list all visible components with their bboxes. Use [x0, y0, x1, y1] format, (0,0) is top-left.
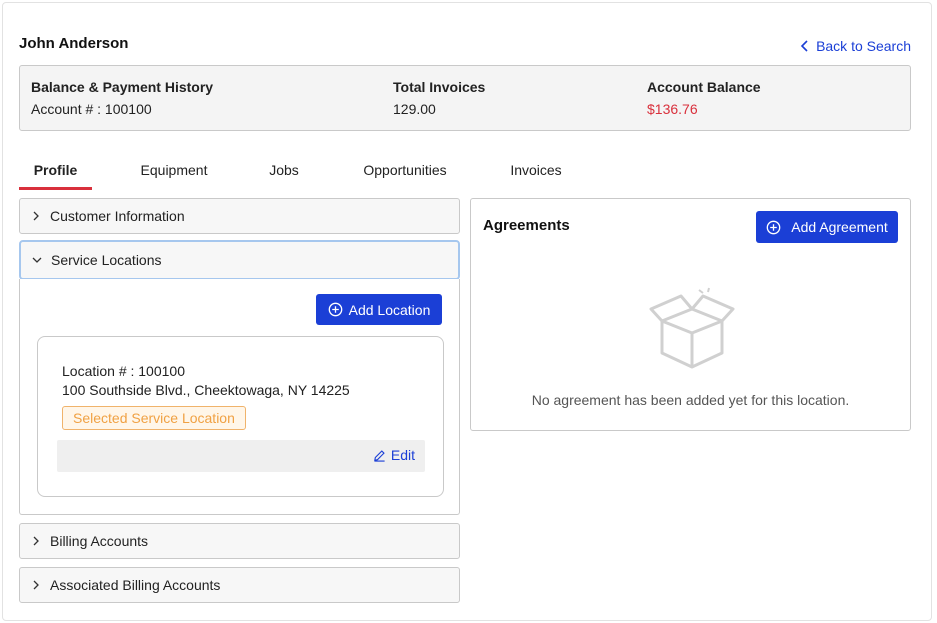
- back-link-label: Back to Search: [816, 38, 911, 54]
- tab-invoices[interactable]: Invoices: [501, 150, 571, 190]
- customer-information-label: Customer Information: [50, 208, 185, 224]
- location-number: Location # : 100100: [62, 363, 185, 379]
- total-invoices-heading: Total Invoices: [393, 79, 486, 95]
- associated-billing-accounts-header[interactable]: Associated Billing Accounts: [20, 568, 459, 602]
- total-invoices-block: Total Invoices 129.00: [393, 79, 485, 117]
- plus-circle-icon: [328, 302, 342, 317]
- location-actions-bar: Edit: [57, 440, 425, 472]
- chevron-down-icon: [32, 257, 42, 263]
- chevron-right-icon: [33, 211, 39, 221]
- add-agreement-button[interactable]: Add Agreement: [756, 211, 898, 243]
- add-agreement-label: Add Agreement: [791, 219, 888, 235]
- location-card: Location # : 100100 100 Southside Blvd.,…: [37, 336, 444, 497]
- billing-accounts-header[interactable]: Billing Accounts: [20, 524, 459, 558]
- customer-name: John Anderson: [19, 35, 129, 52]
- total-invoices-value: 129.00: [393, 101, 436, 117]
- tab-profile[interactable]: Profile: [19, 150, 92, 190]
- selected-location-badge: Selected Service Location: [62, 406, 246, 430]
- customer-information-panel: Customer Information: [19, 198, 460, 234]
- service-locations-panel: Service Locations: [19, 240, 460, 280]
- account-summary: Balance & Payment History Account # : 10…: [19, 65, 911, 131]
- service-locations-body: Add Location Location # : 100100 100 Sou…: [19, 279, 460, 515]
- agreements-title: Agreements: [483, 217, 570, 234]
- billing-accounts-label: Billing Accounts: [50, 533, 149, 549]
- chevron-right-icon: [33, 536, 39, 546]
- add-location-label: Add Location: [348, 301, 431, 318]
- back-to-search-link[interactable]: Back to Search: [800, 38, 911, 54]
- empty-agreements-message: No agreement has been added yet for this…: [531, 392, 850, 408]
- service-locations-header[interactable]: Service Locations: [21, 242, 458, 278]
- tab-bar: Profile Equipment Jobs Opportunities Inv…: [19, 150, 911, 190]
- plus-circle-icon: [766, 220, 781, 234]
- chevron-left-icon: [800, 40, 808, 52]
- service-locations-label: Service Locations: [51, 252, 162, 268]
- balance-history-block: Balance & Payment History Account # : 10…: [31, 79, 213, 117]
- add-location-button[interactable]: Add Location: [316, 294, 442, 325]
- associated-billing-accounts-panel: Associated Billing Accounts: [19, 567, 460, 603]
- location-address: 100 Southside Blvd., Cheektowaga, NY 142…: [62, 382, 350, 398]
- empty-box-icon: [649, 287, 735, 369]
- billing-accounts-panel: Billing Accounts: [19, 523, 460, 559]
- agreements-panel: Agreements Add Agreement No agreement ha…: [470, 198, 911, 431]
- account-balance-heading: Account Balance: [647, 79, 761, 95]
- associated-billing-accounts-label: Associated Billing Accounts: [50, 577, 221, 593]
- edit-location-button[interactable]: Edit: [373, 447, 415, 463]
- edit-label: Edit: [390, 447, 415, 463]
- pencil-icon: [374, 449, 385, 462]
- account-number: Account # : 100100: [31, 101, 152, 117]
- tab-equipment[interactable]: Equipment: [129, 150, 219, 190]
- account-balance-value: $136.76: [647, 101, 698, 117]
- tab-jobs[interactable]: Jobs: [259, 150, 309, 190]
- tab-opportunities[interactable]: Opportunities: [354, 150, 456, 190]
- balance-history-heading[interactable]: Balance & Payment History: [31, 79, 213, 95]
- chevron-right-icon: [33, 580, 39, 590]
- account-balance-block: Account Balance $136.76: [647, 79, 761, 117]
- customer-information-header[interactable]: Customer Information: [20, 199, 459, 233]
